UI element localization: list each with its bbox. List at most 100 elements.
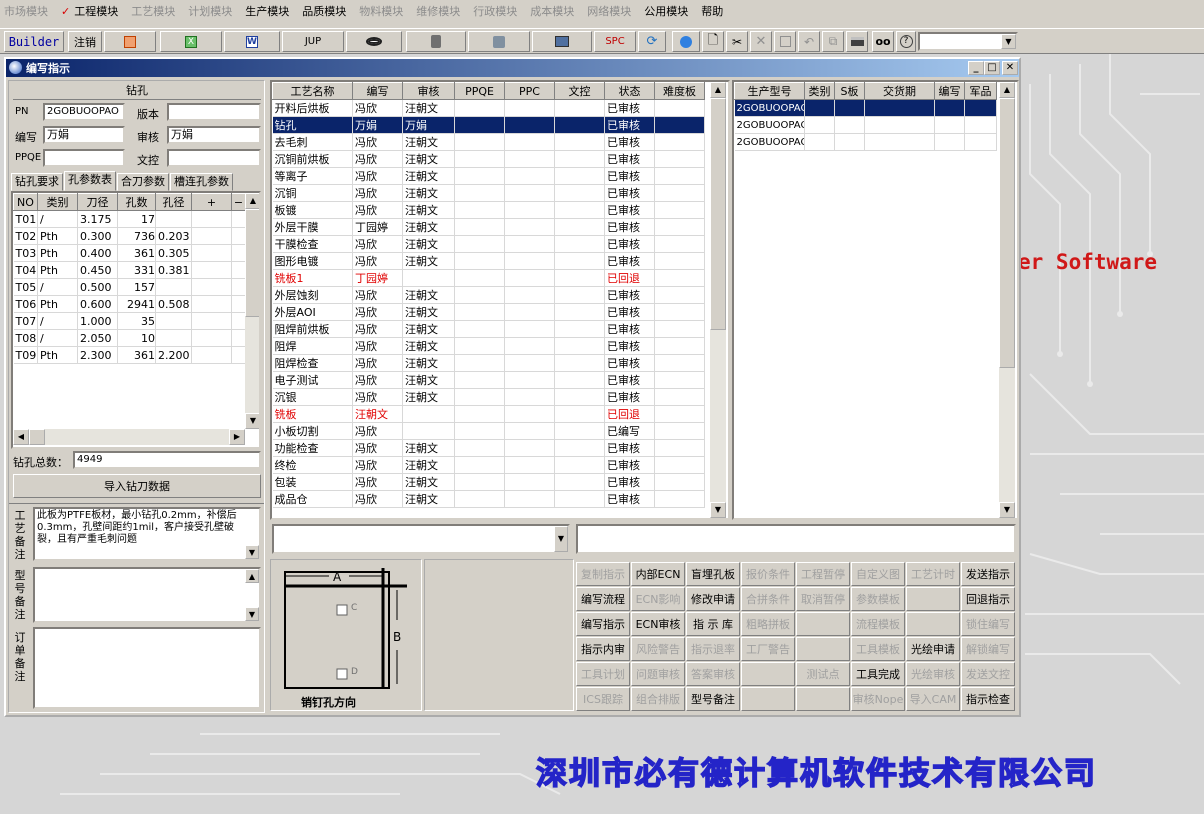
- tools-header[interactable]: +: [191, 193, 232, 211]
- refresh-button[interactable]: ⟳: [638, 31, 666, 52]
- model-row[interactable]: 2GOBUOOPAO: [734, 99, 997, 117]
- copy-button[interactable]: ⧉: [822, 31, 844, 52]
- jup-button[interactable]: JUP: [282, 31, 344, 52]
- model-header[interactable]: 类别: [804, 82, 835, 100]
- process-row[interactable]: 小板切割 冯欣 已编写: [272, 422, 705, 440]
- menu-item[interactable]: 市场模块: [4, 3, 48, 19]
- model-row[interactable]: 2GOBUOOPAO: [734, 116, 997, 134]
- process-row[interactable]: 干膜检查 冯欣 汪朝文 已审核: [272, 235, 705, 253]
- tab-drill-2[interactable]: 合刀参数: [117, 173, 169, 191]
- action-button[interactable]: ECN影响: [631, 587, 685, 611]
- new-button[interactable]: 🗋: [702, 31, 724, 52]
- scroll-up-icon[interactable]: ▲: [710, 82, 726, 98]
- ie-button[interactable]: [672, 31, 700, 52]
- action-button[interactable]: 流程模板: [851, 612, 905, 636]
- process-row[interactable]: 外层干膜 丁园婷 汪朝文 已审核: [272, 218, 705, 236]
- scroll-up-icon[interactable]: ▲: [245, 193, 259, 209]
- process-row[interactable]: 外层蚀刻 冯欣 汪朝文 已审核: [272, 286, 705, 304]
- hscroll-thumb[interactable]: [29, 429, 45, 445]
- process-header[interactable]: 难度板: [654, 82, 705, 100]
- process-row[interactable]: 沉铜前烘板 冯欣 汪朝文 已审核: [272, 150, 705, 168]
- scroll-down-icon[interactable]: ▼: [245, 545, 259, 559]
- note-input[interactable]: [576, 524, 1016, 554]
- pn-field[interactable]: 2GOBUOOPAO: [43, 103, 125, 121]
- table-row[interactable]: T01/3.175 17: [13, 210, 246, 228]
- process-row[interactable]: 电子测试 冯欣 汪朝文 已审核: [272, 371, 705, 389]
- process-header[interactable]: PPQE: [454, 82, 505, 100]
- tools-header[interactable]: 孔径: [155, 193, 192, 211]
- reviewer-field[interactable]: 万娟: [167, 126, 261, 144]
- model-header[interactable]: 生产型号: [734, 82, 805, 100]
- tools-hscroll[interactable]: ◀ ▶: [13, 429, 245, 445]
- action-button[interactable]: 工艺计时: [906, 562, 960, 586]
- process-row[interactable]: 阻焊 冯欣 汪朝文 已审核: [272, 337, 705, 355]
- help-button[interactable]: ?: [896, 31, 916, 52]
- menu-item[interactable]: 成本模块: [530, 3, 574, 19]
- builder-button[interactable]: Builder: [4, 31, 64, 52]
- process-row[interactable]: 铣板 汪朝文 已回退: [272, 405, 705, 423]
- scroll-down-icon[interactable]: ▼: [245, 413, 259, 429]
- scroll-right-icon[interactable]: ▶: [229, 429, 245, 445]
- menu-item[interactable]: 工艺模块: [131, 3, 175, 19]
- scroll-left-icon[interactable]: ◀: [13, 429, 29, 445]
- table-row[interactable]: T06 Pth 0.600 2941 0.508: [13, 295, 246, 313]
- scroll-down-icon[interactable]: ▼: [999, 502, 1015, 518]
- scroll-down-icon[interactable]: ▼: [245, 607, 259, 621]
- model-header[interactable]: 军品: [964, 82, 997, 100]
- model-header[interactable]: 编写: [934, 82, 965, 100]
- process-row[interactable]: 去毛刺 冯欣 汪朝文 已审核: [272, 133, 705, 151]
- process-header[interactable]: 状态: [604, 82, 655, 100]
- table-row[interactable]: T05/0.500 157: [13, 278, 246, 296]
- action-button[interactable]: 组合排版: [631, 687, 685, 711]
- tools-header[interactable]: 类别: [37, 193, 78, 211]
- action-button[interactable]: 报价条件: [741, 562, 795, 586]
- process-header[interactable]: PPC: [504, 82, 555, 100]
- process-header[interactable]: 文控: [554, 82, 605, 100]
- process-row[interactable]: 阻焊前烘板 冯欣 汪朝文 已审核: [272, 320, 705, 338]
- save-button[interactable]: [774, 31, 796, 52]
- eye-button[interactable]: [346, 31, 402, 52]
- process-header[interactable]: 审核: [402, 82, 455, 100]
- scroll-thumb[interactable]: [999, 98, 1015, 368]
- import-drill-data-button[interactable]: 导入钻刀数据: [13, 474, 261, 498]
- menu-item[interactable]: 生产模块: [245, 3, 289, 19]
- logout-button[interactable]: 注销: [68, 31, 102, 52]
- process-vscroll[interactable]: ▲ ▼: [710, 82, 726, 518]
- action-button[interactable]: 光绘审核: [906, 662, 960, 686]
- model-row[interactable]: 2GOBUOOPAO: [734, 133, 997, 151]
- action-button[interactable]: 工具模板: [851, 637, 905, 661]
- action-button[interactable]: 风险警告: [631, 637, 685, 661]
- table-row[interactable]: T08/2.050 10: [13, 329, 246, 347]
- action-button[interactable]: 复制指示: [576, 562, 630, 586]
- word-button[interactable]: W: [224, 31, 280, 52]
- process-row[interactable]: 等离子 冯欣 汪朝文 已审核: [272, 167, 705, 185]
- process-row[interactable]: 铣板1 丁园婷 已回退: [272, 269, 705, 287]
- process-row[interactable]: 包装 冯欣 汪朝文 已审核: [272, 473, 705, 491]
- action-button[interactable]: 问题审核: [631, 662, 685, 686]
- tools-header[interactable]: 刀径: [77, 193, 118, 211]
- action-button[interactable]: 审核Nope: [851, 687, 905, 711]
- action-button[interactable]: 取消暂停: [796, 587, 850, 611]
- process-row[interactable]: 成品仓 冯欣 汪朝文 已审核: [272, 490, 705, 508]
- ppqe-field[interactable]: [43, 149, 125, 167]
- menu-item[interactable]: 品质模块: [302, 3, 346, 19]
- model-remark-field[interactable]: ▲ ▼: [33, 567, 261, 623]
- menu-item[interactable]: 计划模块: [188, 3, 232, 19]
- tab-drill-1[interactable]: 孔参数表: [64, 171, 116, 191]
- scroll-thumb[interactable]: [245, 209, 259, 317]
- action-button[interactable]: 指示退率: [686, 637, 740, 661]
- action-button[interactable]: ECN审核: [631, 612, 685, 636]
- table-row[interactable]: T09 Pth 2.300 361 2.200: [13, 346, 246, 364]
- table-row[interactable]: T04 Pth 0.450 331 0.381: [13, 261, 246, 279]
- action-button[interactable]: 合拼条件: [741, 587, 795, 611]
- doc-control-field[interactable]: [167, 149, 261, 167]
- database-button[interactable]: [406, 31, 466, 52]
- menu-item[interactable]: ✓ 工程模块: [61, 3, 118, 19]
- close-button[interactable]: ✕: [1002, 61, 1018, 75]
- version-field[interactable]: [167, 103, 261, 121]
- model-header[interactable]: 交货期: [864, 82, 935, 100]
- find-button[interactable]: oo: [872, 31, 894, 52]
- tools-header[interactable]: 孔数: [117, 193, 156, 211]
- scroll-up-icon[interactable]: ▲: [999, 82, 1015, 98]
- spc-button[interactable]: SPC: [594, 31, 636, 52]
